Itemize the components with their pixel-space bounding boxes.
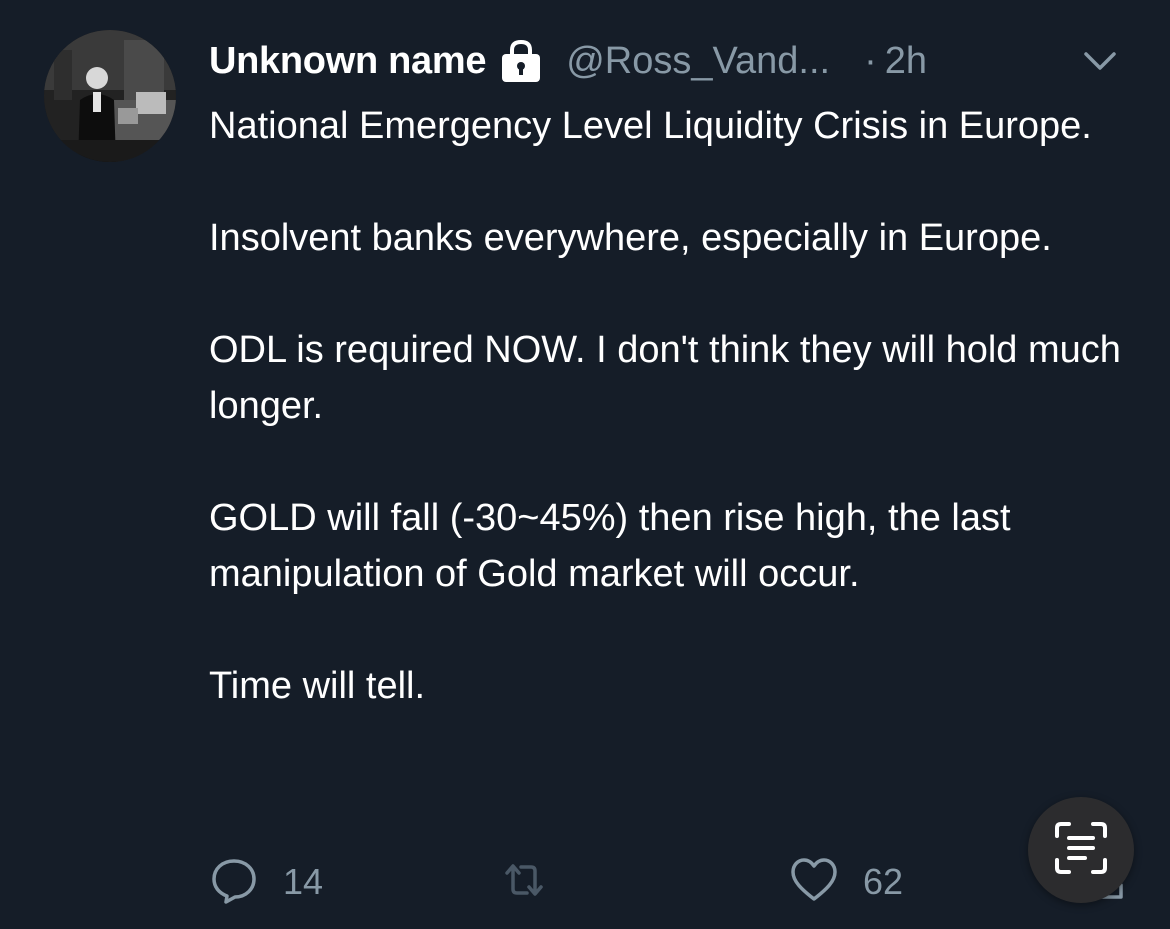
separator-dot: · — [864, 39, 877, 82]
user-handle[interactable]: @Ross_Vand... — [566, 40, 830, 83]
action-bar: 14 62 — [209, 852, 1149, 912]
like-count: 62 — [863, 861, 904, 902]
avatar[interactable] — [44, 30, 176, 162]
like-button[interactable]: 62 — [789, 852, 903, 912]
reply-icon — [209, 855, 259, 910]
timestamp[interactable]: 2h — [885, 40, 927, 83]
chevron-down-icon[interactable] — [1080, 44, 1120, 78]
live-text-button[interactable] — [1028, 797, 1134, 903]
tweet-text: National Emergency Level Liquidity Crisi… — [209, 98, 1129, 714]
live-text-icon — [1051, 818, 1111, 883]
tweet-paragraph: Insolvent banks everywhere, especially i… — [209, 217, 1052, 259]
tweet[interactable]: Unknown name @Ross_Vand... · 2h National… — [0, 0, 1170, 929]
tweet-paragraph: National Emergency Level Liquidity Crisi… — [209, 105, 1092, 147]
tweet-paragraph: ODL is required NOW. I don't think they … — [209, 329, 1132, 427]
heart-icon — [789, 855, 839, 910]
tweet-paragraph: Time will tell. — [209, 665, 426, 707]
reply-button[interactable]: 14 — [209, 852, 323, 912]
retweet-icon — [499, 855, 549, 910]
lock-icon — [498, 38, 544, 84]
reply-count: 14 — [283, 861, 324, 902]
tweet-paragraph: GOLD will fall (-30~45%) then rise high,… — [209, 497, 1022, 595]
display-name[interactable]: Unknown name — [209, 40, 487, 83]
avatar-image — [44, 30, 176, 162]
retweet-button[interactable] — [499, 852, 573, 912]
tweet-header: Unknown name @Ross_Vand... · 2h — [209, 36, 927, 86]
